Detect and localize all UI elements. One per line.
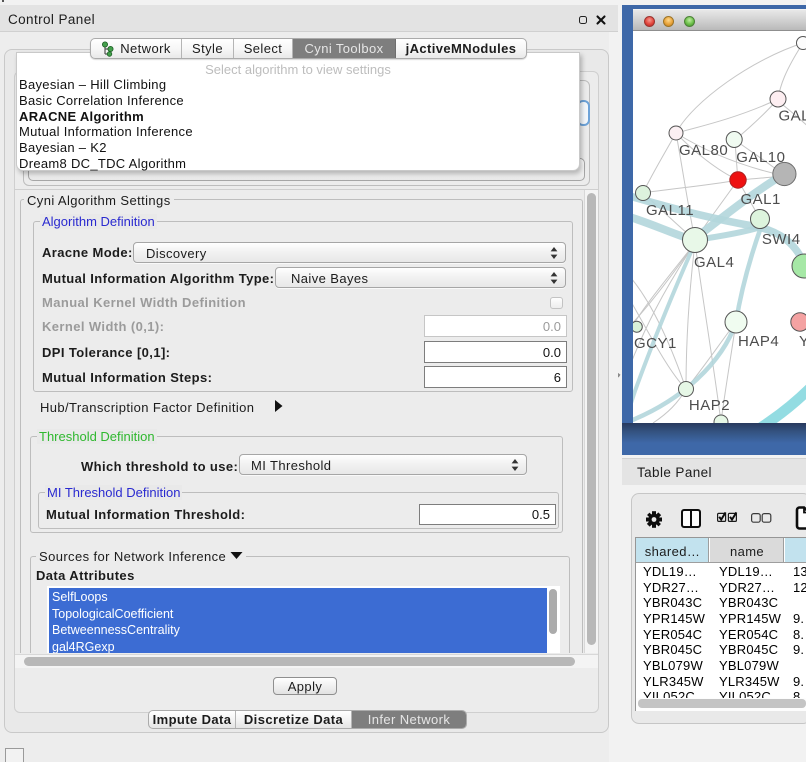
svg-text:SWI4: SWI4 — [762, 231, 801, 248]
svg-text:Y: Y — [799, 333, 806, 350]
svg-text:GCY1: GCY1 — [634, 335, 677, 352]
svg-text:GAL2: GAL2 — [779, 108, 806, 125]
svg-text:GAL10: GAL10 — [736, 149, 785, 166]
svg-text:HAP4: HAP4 — [738, 333, 779, 350]
svg-text:GAL80: GAL80 — [679, 142, 728, 159]
svg-text:GAL4: GAL4 — [694, 254, 734, 271]
svg-text:HAP2: HAP2 — [689, 397, 730, 414]
svg-text:GAL11: GAL11 — [646, 202, 694, 219]
svg-text:GAL1: GAL1 — [741, 191, 781, 208]
